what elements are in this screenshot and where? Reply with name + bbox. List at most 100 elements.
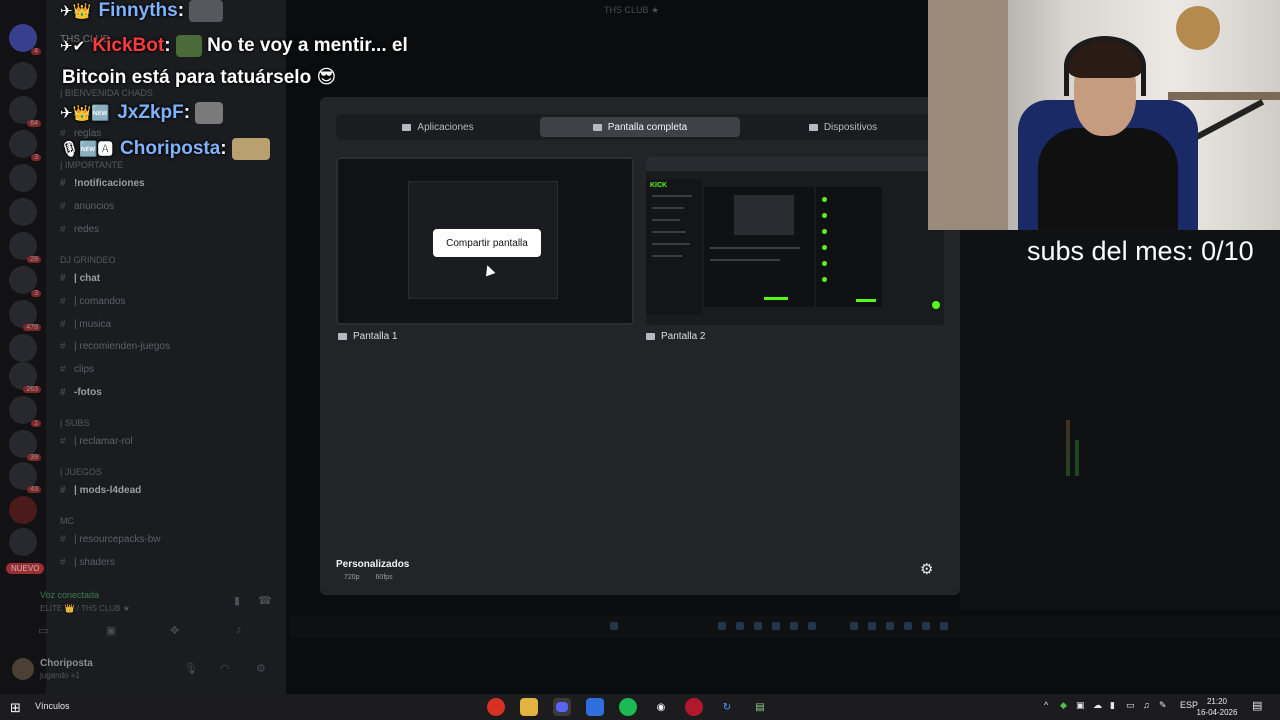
guild-badge: 39 [27, 454, 41, 461]
discord-home-icon[interactable]: 4 [9, 24, 41, 55]
clock-time: 21:20 [1206, 697, 1228, 706]
category-label[interactable]: DJ GRINDEO [60, 255, 116, 265]
recording-app-icon[interactable] [685, 698, 703, 716]
channel-item[interactable]: # anuncios [60, 201, 114, 215]
chevron-up-icon[interactable]: ^ [1044, 700, 1048, 710]
server-icon[interactable] [9, 62, 37, 90]
tray-app-icon[interactable]: ◆ [1060, 700, 1067, 711]
notification-icon[interactable]: ▤ [1252, 699, 1262, 712]
category-label[interactable]: | SUBS [60, 418, 89, 428]
server-icon[interactable]: 1 [9, 396, 41, 427]
clock[interactable]: 21:20 16-04-2026 [1196, 696, 1238, 718]
tab-dispositivos[interactable]: Dispositivos [744, 117, 942, 137]
channel-item[interactable]: # -fotos [60, 387, 102, 401]
server-icon[interactable]: 263 [9, 362, 41, 393]
tray-app-icon[interactable]: ▣ [1076, 700, 1085, 711]
screen-share-icon[interactable]: ▣ [106, 624, 116, 637]
store-icon[interactable] [586, 698, 604, 716]
spotify-icon[interactable] [619, 698, 637, 716]
channel-item[interactable]: # | comandos [60, 296, 126, 310]
server-icon[interactable] [9, 496, 37, 524]
channel-item[interactable]: # | reclamar-rol [60, 436, 133, 450]
mic-icon[interactable]: 🎙 [184, 662, 198, 675]
share-screen-button[interactable]: Compartir pantalla [433, 229, 541, 257]
channel-item[interactable]: # | chat [60, 273, 100, 287]
camera-off-icon[interactable]: ▭ [38, 624, 48, 637]
category-label[interactable]: | IMPORTANTE [60, 160, 123, 170]
channel-item[interactable]: # | shaders [60, 557, 115, 571]
monitor-icon [338, 333, 347, 340]
hash-icon: # [60, 296, 66, 307]
channel-label: | reclamar-rol [74, 436, 133, 447]
chat-avatar [822, 213, 827, 218]
file-explorer-icon[interactable] [520, 698, 538, 716]
activities-icon[interactable]: ✥ [170, 624, 179, 637]
pen-icon[interactable]: ✎ [1159, 700, 1167, 711]
shelf [1168, 92, 1280, 100]
refresh-app-icon[interactable]: ↻ [718, 698, 736, 716]
category-label[interactable]: | JUEGOS [60, 467, 102, 477]
settings-gear-icon[interactable]: ⚙ [256, 662, 266, 675]
channel-item[interactable]: # clips [60, 364, 94, 378]
quality-title: Personalizados [336, 559, 410, 570]
guild-badge: 28 [27, 256, 41, 263]
links-toolbar[interactable]: Vínculos [35, 701, 70, 711]
tab-aplicaciones[interactable]: Aplicaciones [340, 117, 536, 137]
screen-preview-2[interactable]: KICK [646, 157, 944, 325]
tray-app-icon[interactable]: ▮ [1110, 700, 1115, 711]
server-icon[interactable]: 3 [9, 130, 41, 161]
guild-badge: 43 [27, 486, 41, 493]
network-icon[interactable]: ▭ [1126, 700, 1135, 711]
server-icon[interactable] [9, 334, 37, 362]
server-icon[interactable]: 28 [9, 232, 41, 263]
chat-message: ✈👑🆕 JxZkpF: [60, 102, 224, 124]
channel-item[interactable]: # | resourcepacks-bw [60, 534, 161, 548]
gpu-app-icon[interactable]: ▤ [751, 698, 769, 716]
server-icon[interactable]: 478 [9, 300, 41, 331]
chrome-icon[interactable] [487, 698, 505, 716]
screen: 4 64 3 28 3 478 263 1 39 43 NUEVO THS CL… [0, 0, 1280, 720]
hash-icon: # [60, 341, 66, 352]
channel-item[interactable]: # | recomienden-juegos [60, 341, 170, 355]
channel-item[interactable]: # !notificaciones [60, 178, 145, 192]
hash-icon: # [60, 273, 66, 284]
settings-gear-icon[interactable]: ⚙ [920, 560, 933, 578]
soundboard-icon[interactable]: ♪ [236, 624, 242, 636]
badge-icons: 🎙🆕🅰 [60, 141, 113, 159]
server-icon[interactable]: 43 [9, 462, 41, 493]
badge-icons: ✈👑🆕 [60, 105, 110, 123]
tab-pantalla-completa[interactable]: Pantalla completa [540, 117, 740, 137]
headset-icon[interactable]: ◠ [220, 662, 230, 675]
chat-message: 🎙🆕🅰 Choriposta: [60, 138, 270, 160]
channel-item[interactable]: # | mods-l4dead [60, 485, 141, 499]
channel-item[interactable]: # | musica [60, 319, 111, 333]
fps-value: 60fps [375, 574, 393, 581]
resolution-value: 720p [344, 574, 360, 581]
channel-label: | musica [74, 319, 112, 330]
channel-item[interactable]: # redes [60, 224, 99, 238]
volume-icon[interactable]: ♫ [1143, 700, 1150, 710]
server-icon[interactable] [9, 164, 37, 192]
screen-label-1: Pantalla 1 [338, 331, 397, 342]
server-icon[interactable]: 39 [9, 430, 41, 461]
screen-preview-1[interactable]: Compartir pantalla [336, 157, 634, 325]
avatar[interactable] [12, 658, 34, 680]
user-name[interactable]: Choriposta [40, 658, 93, 669]
app-icon [772, 622, 780, 630]
category-label[interactable]: MC [60, 516, 74, 526]
server-icon[interactable] [9, 198, 37, 226]
chat-message: ✈👑 Finnyths: [60, 0, 224, 22]
server-icon[interactable] [9, 528, 37, 556]
signal-icon[interactable]: ▮ [234, 594, 240, 607]
cloud-icon[interactable]: ☁ [1093, 700, 1102, 711]
emote-icon [189, 0, 224, 22]
server-icon[interactable]: 64 [9, 96, 41, 127]
category-label[interactable]: | BIENVENIDA CHADS [60, 88, 153, 98]
windows-start-icon[interactable]: ⊞ [10, 700, 21, 716]
disconnect-icon[interactable]: ☎ [258, 594, 272, 607]
obs-icon[interactable]: ◉ [652, 698, 670, 716]
channel-label: clips [74, 364, 95, 375]
server-icon[interactable]: 3 [9, 266, 41, 297]
discord-icon[interactable] [553, 698, 571, 716]
voice-channel[interactable]: ELITE 👑 / THS CLUB ★ [40, 604, 130, 613]
